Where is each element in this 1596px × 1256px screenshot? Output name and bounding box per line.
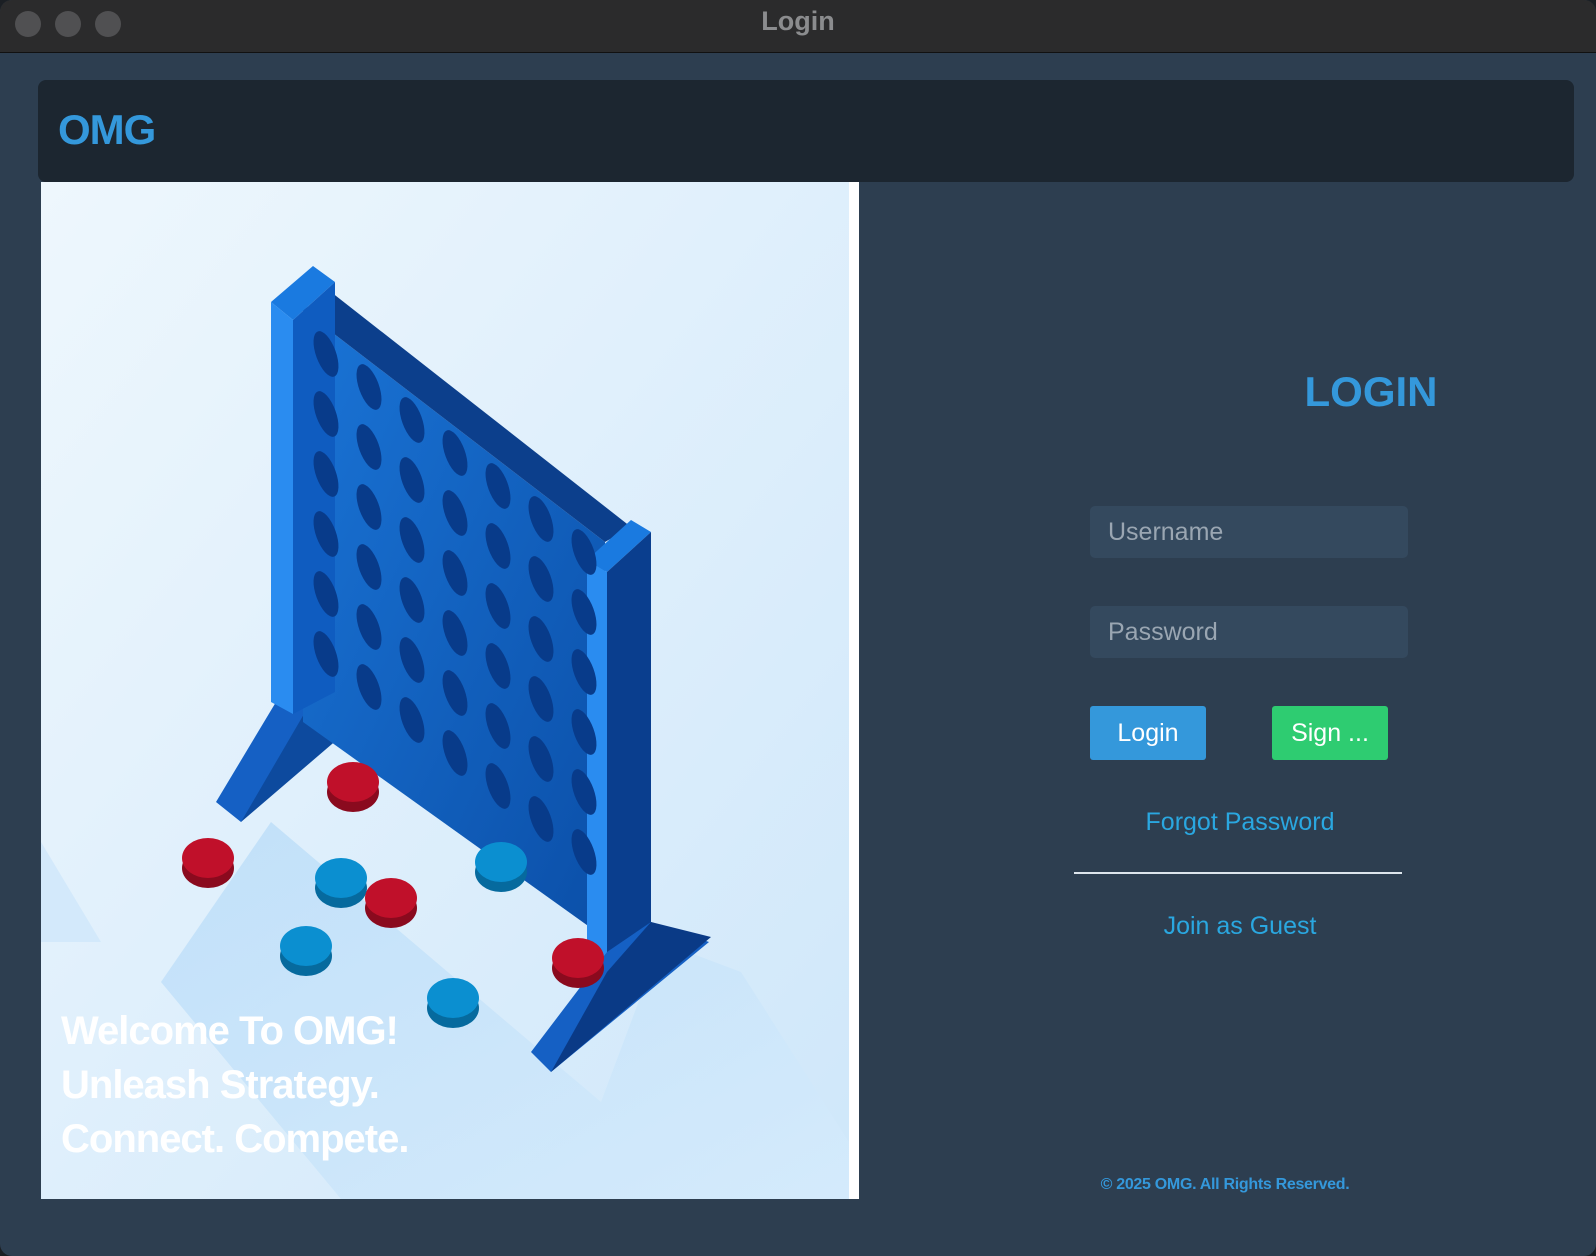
game-disc [315,858,367,908]
game-disc [327,762,379,812]
hero-line-3: Connect. Compete. [61,1117,409,1161]
divider [1074,872,1402,874]
forgot-password-link[interactable]: Forgot Password [1090,808,1390,837]
window-titlebar: Login [0,0,1596,53]
signup-button[interactable]: Sign ... [1272,706,1388,760]
hero-line-1: Welcome To OMG! [61,1009,399,1053]
join-as-guest-link[interactable]: Join as Guest [1090,912,1390,941]
copyright-text: © 2025 OMG. All Rights Reserved. [1100,1176,1350,1193]
game-disc [427,978,479,1028]
password-input[interactable] [1090,606,1408,658]
game-disc [475,842,527,892]
app-header: OMG [38,80,1574,182]
hero-welcome-text: Welcome To OMG! Unleash Strategy. Connec… [61,1004,409,1166]
username-input[interactable] [1090,506,1408,558]
hero-illustration-panel: Welcome To OMG! Unleash Strategy. Connec… [41,182,859,1199]
login-heading: LOGIN [860,368,1510,416]
game-disc [182,838,234,888]
login-panel: LOGIN Login Sign ... Forgot Password Joi… [860,182,1574,1212]
game-disc [365,878,417,928]
login-heading-text: LOGIN [1304,368,1438,415]
game-disc [280,926,332,976]
window-title: Login [761,6,835,36]
game-disc [552,938,604,988]
hero-line-2: Unleash Strategy. [61,1063,380,1107]
login-button[interactable]: Login [1090,706,1206,760]
login-window: Login OMG Welcome To OMG! Unleash Strate… [0,0,1596,1256]
brand-logo-text: OMG [58,106,156,153]
